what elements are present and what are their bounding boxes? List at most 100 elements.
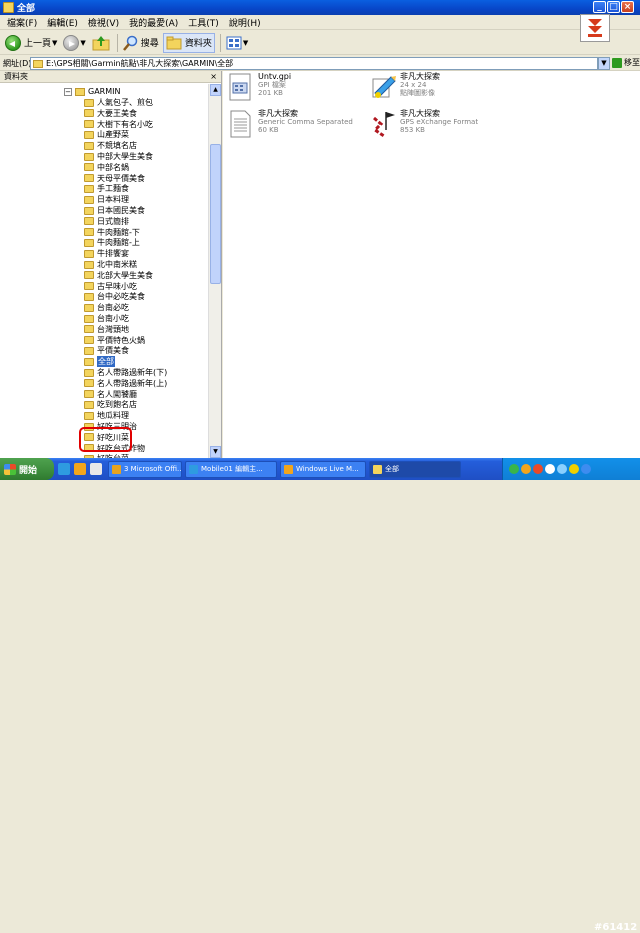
tree-item[interactable]: 台中必吃美食 — [84, 291, 145, 302]
tree-item[interactable]: 平價特色火鍋 — [84, 335, 145, 346]
tree-item[interactable]: 中部大學生美食 — [84, 151, 153, 162]
folder-icon — [84, 109, 94, 118]
messenger-icon[interactable] — [74, 463, 86, 475]
tree-item-label: 不競填名店 — [97, 141, 137, 151]
tree-item[interactable]: 人氣包子、煎包 — [84, 97, 153, 108]
tree-item[interactable]: 日式簡排 — [84, 216, 129, 227]
scroll-up-button[interactable]: ▲ — [210, 84, 221, 96]
tree-item[interactable]: 北部大學生美食 — [84, 270, 153, 281]
bitmap-file-icon — [371, 73, 396, 101]
views-button[interactable]: ▼ — [224, 33, 250, 53]
menu-help[interactable]: 說明(H) — [224, 16, 266, 29]
address-input[interactable]: E:\GPS相關\Garmin航點\非凡大探索\GARMIN\全部 — [30, 57, 598, 70]
tree-item-label: 牛肉麵館-上 — [97, 238, 140, 248]
minimize-button[interactable]: _ — [593, 1, 606, 13]
tree-item-label: 中部大學生美食 — [97, 152, 153, 161]
menu-tools[interactable]: 工具(T) — [183, 16, 224, 29]
file-item[interactable]: 非凡大探索 GPS eXchange Format 853 KB — [371, 110, 478, 138]
title-bar[interactable]: 全部 _ □ × — [0, 0, 640, 15]
window-title: 全部 — [17, 4, 36, 14]
close-button[interactable]: × — [621, 1, 634, 13]
folder-icon — [84, 282, 94, 291]
tree-item[interactable]: 中部名鍋 — [84, 162, 129, 173]
folder-icon — [84, 379, 94, 388]
tray-icon[interactable] — [533, 464, 543, 474]
folder-tree-scrollbar[interactable]: ▲ ▼ — [208, 84, 221, 458]
folders-button[interactable]: 資料夾 — [162, 32, 215, 53]
address-dropdown-button[interactable]: ▼ — [598, 57, 610, 70]
tree-item[interactable]: 牛肉麵館-下 — [84, 227, 140, 238]
forward-button[interactable]: ▼ — [61, 33, 87, 53]
task-mobile01[interactable]: Mobile01 編輯主... — [185, 460, 277, 478]
file-item[interactable]: 非凡大探索 Generic Comma Separated 60 KB — [229, 110, 353, 138]
tree-item-label: 牛肉麵館-下 — [97, 227, 140, 237]
views-icon — [226, 36, 242, 49]
tree-item[interactable]: 全部 — [84, 356, 115, 368]
tree-item[interactable]: 名人闖饕廳 — [84, 389, 137, 400]
menu-file[interactable]: 檔案(F) — [2, 16, 42, 29]
file-item[interactable]: Untv.gpi GPI 檔案 201 KB — [229, 73, 291, 101]
tree-item[interactable]: 平價美食 — [84, 345, 129, 356]
tree-item[interactable]: 名人帶路過新年(上) — [84, 378, 167, 389]
tree-item[interactable]: 大要王美食 — [84, 108, 137, 119]
show-desktop-icon[interactable] — [90, 463, 102, 475]
collapse-icon[interactable]: − — [64, 87, 72, 96]
tray-icon[interactable] — [581, 464, 591, 474]
ie-icon[interactable] — [58, 463, 70, 475]
task-office[interactable]: 3 Microsoft Offi... — [108, 460, 182, 478]
browser-icon — [189, 464, 198, 474]
tree-item-label: 牛排饗宴 — [97, 249, 129, 259]
go-button[interactable]: 移至 — [612, 57, 640, 68]
folder-icon — [33, 59, 43, 68]
search-label: 搜尋 — [140, 39, 159, 49]
tray-icon[interactable] — [521, 464, 531, 474]
tree-item[interactable]: 日本料理 — [84, 194, 129, 205]
task-windows-live[interactable]: Windows Live M... — [280, 460, 366, 478]
tree-item[interactable]: 山產野菜 — [84, 129, 129, 140]
maximize-button[interactable]: □ — [607, 1, 620, 13]
folder-pane-close-button[interactable]: × — [210, 72, 217, 81]
tray-icon[interactable] — [557, 464, 567, 474]
tray-icon[interactable] — [545, 464, 555, 474]
start-label: 開始 — [19, 465, 38, 476]
folder-icon — [84, 238, 94, 247]
tray-icon[interactable] — [569, 464, 579, 474]
menu-favorites[interactable]: 我的最愛(A) — [124, 16, 183, 29]
search-button[interactable]: 搜尋 — [121, 33, 161, 53]
tree-item[interactable]: 吃到飽名店 — [84, 399, 137, 410]
folder-icon — [84, 141, 94, 150]
tree-item[interactable]: 台灣頭地 — [84, 324, 129, 335]
tree-item[interactable]: 台南必吃 — [84, 302, 129, 313]
tree-item[interactable]: 不競填名店 — [84, 140, 137, 151]
tree-item-label: 山產野菜 — [97, 130, 129, 140]
scroll-down-button[interactable]: ▼ — [210, 446, 221, 458]
tray-icon[interactable] — [509, 464, 519, 474]
up-folder-button[interactable] — [90, 33, 112, 53]
tree-item[interactable]: 日本國民美食 — [84, 205, 145, 216]
folder-icon — [84, 163, 94, 172]
start-button[interactable]: 開始 — [0, 458, 54, 480]
tree-item-label: 日本國民美食 — [97, 206, 145, 215]
tree-item[interactable]: 名人帶路過新年(下) — [84, 367, 167, 378]
back-button[interactable]: 上一頁 ▼ — [3, 33, 59, 53]
folder-tree[interactable]: − GARMIN 人氣包子、煎包 大要王美食 大樹下有名小吃 山產野菜 不競填名店 中部大… — [0, 84, 208, 458]
task-label: Windows Live M... — [296, 465, 359, 473]
file-item[interactable]: 非凡大探索 24 x 24 點陣圖影像 — [371, 73, 440, 101]
tree-item[interactable]: 台南小吃 — [84, 313, 129, 324]
tree-root-garmin[interactable]: − GARMIN — [64, 86, 120, 97]
scroll-thumb[interactable] — [210, 144, 221, 284]
search-icon — [122, 35, 138, 51]
tree-item[interactable]: 天母平價美食 — [84, 173, 145, 184]
tree-item[interactable]: 地瓜料理 — [84, 410, 129, 421]
tree-item[interactable]: 大樹下有名小吃 — [84, 119, 153, 130]
tree-item[interactable]: 古早味小吃 — [84, 281, 137, 292]
menu-view[interactable]: 檢視(V) — [83, 16, 124, 29]
menu-edit[interactable]: 編輯(E) — [42, 16, 83, 29]
tree-item[interactable]: 北中南米糕 — [84, 259, 137, 270]
tree-item[interactable]: 手工麵食 — [84, 183, 129, 194]
tree-item[interactable]: 牛肉麵館-上 — [84, 237, 140, 248]
task-explorer[interactable]: 全部 — [369, 460, 461, 478]
forward-arrow-icon — [63, 34, 80, 51]
tree-item[interactable]: 牛排饗宴 — [84, 248, 129, 259]
folder-icon — [84, 303, 94, 312]
